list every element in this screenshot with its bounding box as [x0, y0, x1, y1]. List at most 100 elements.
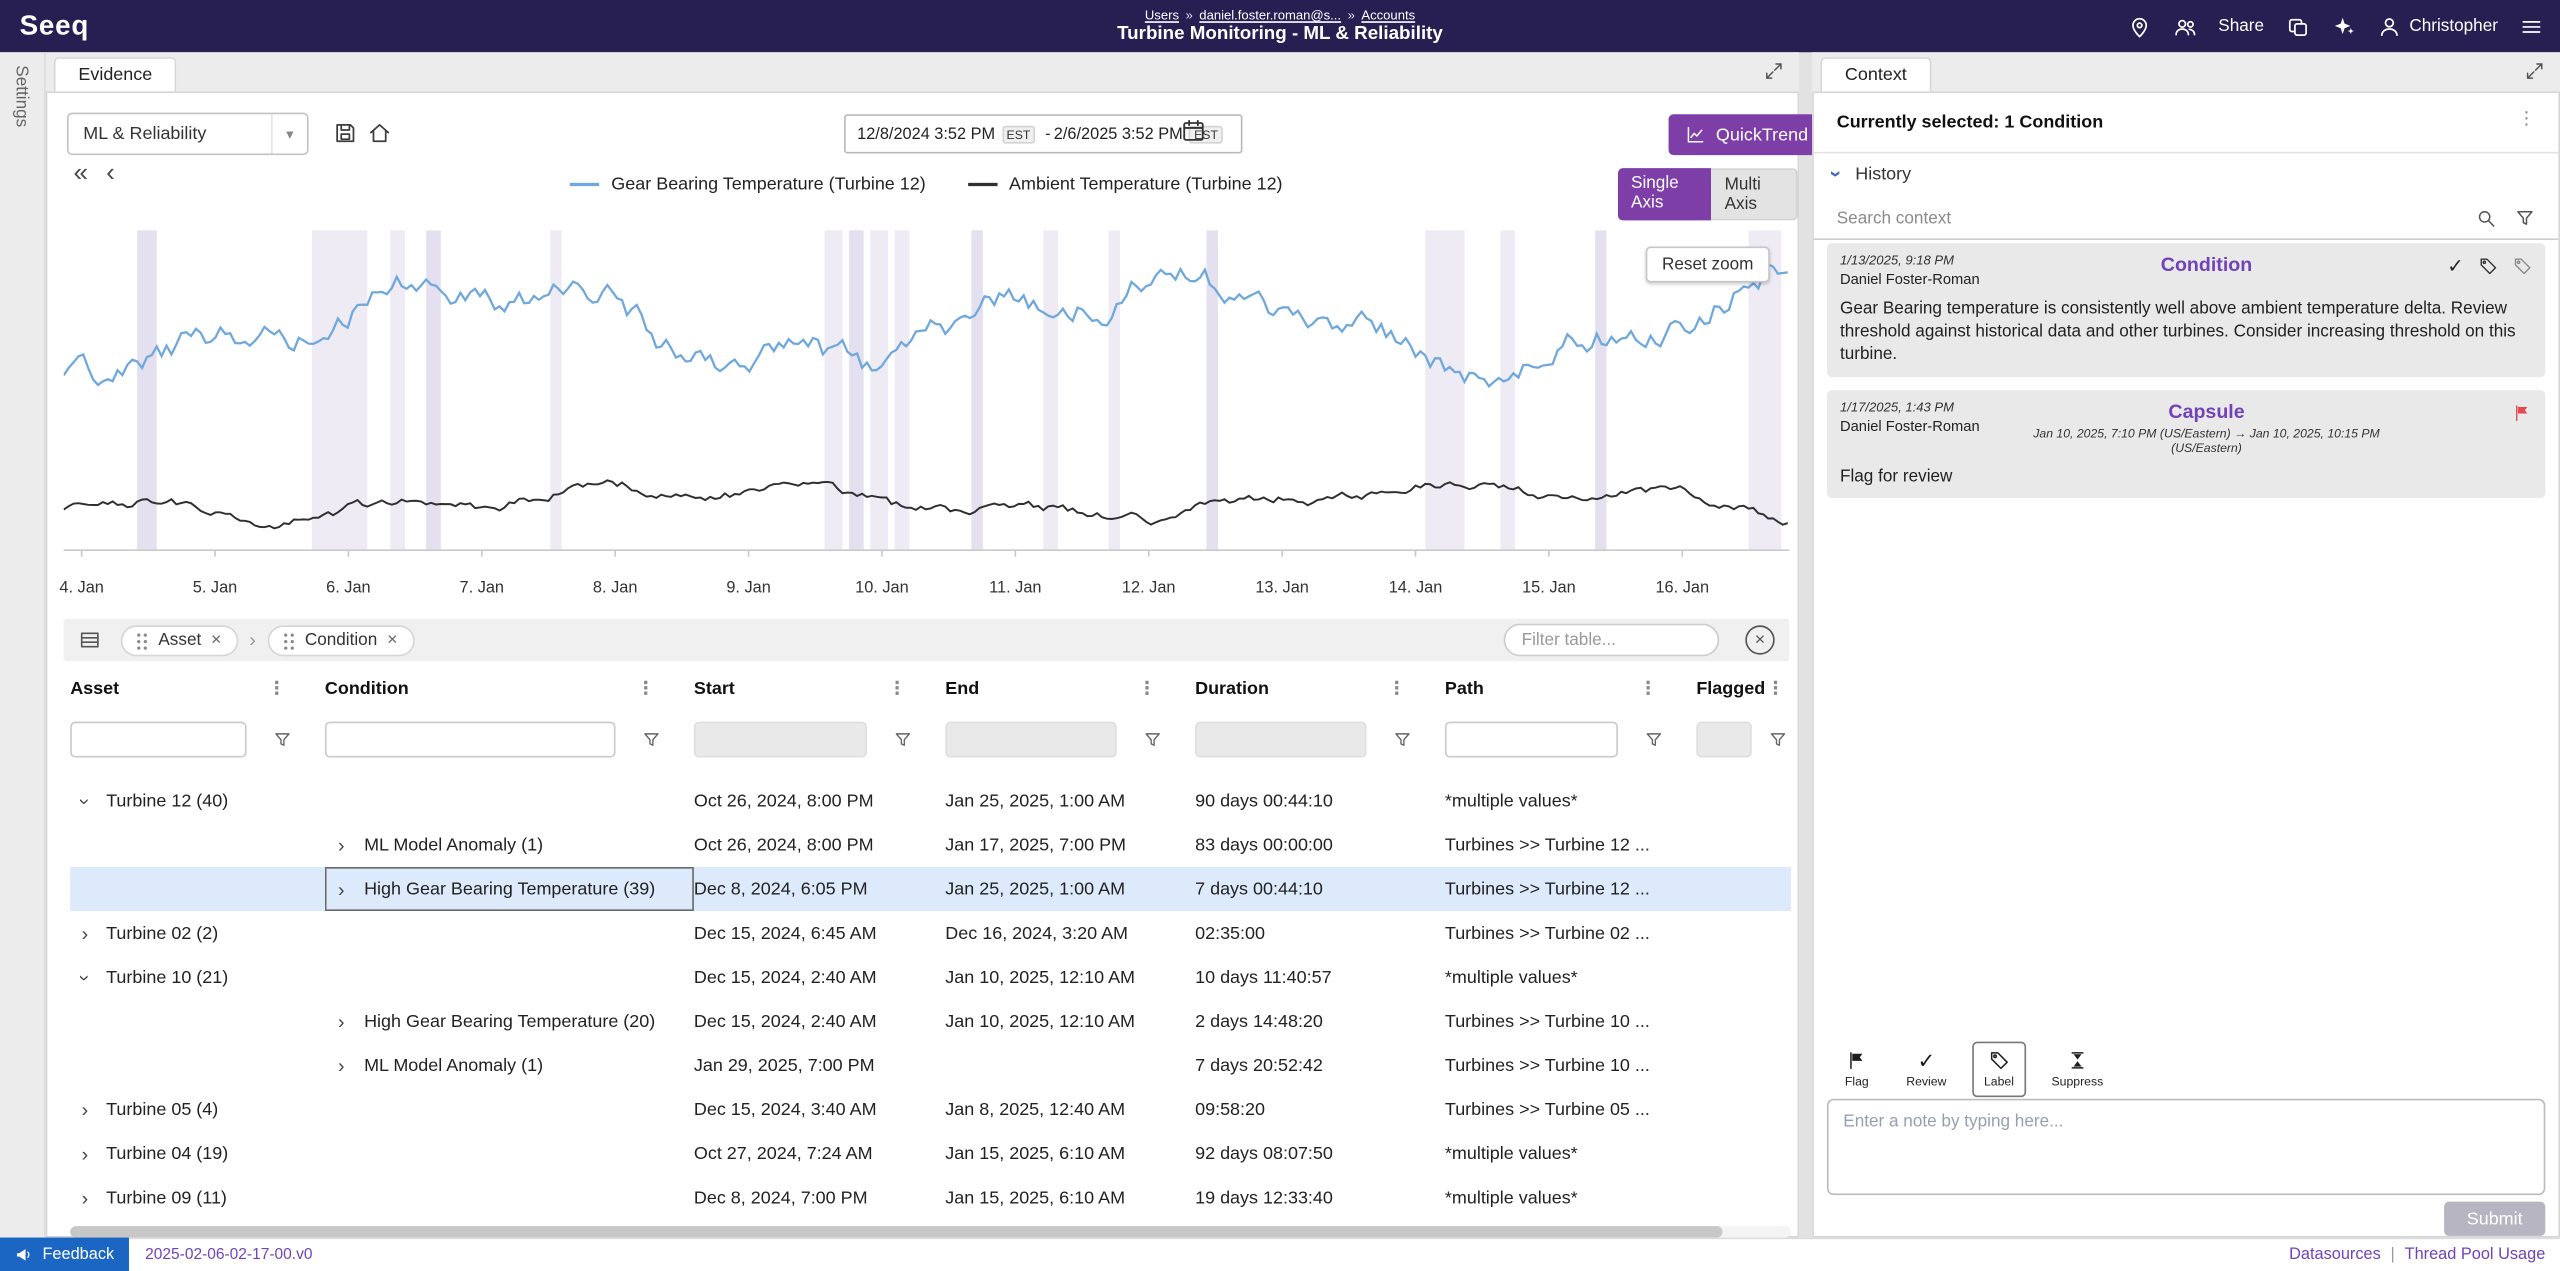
filter-input-duration[interactable]: [1195, 722, 1366, 758]
expand-icon[interactable]: [1763, 60, 1784, 81]
column-header-asset[interactable]: Asset⋮: [70, 679, 325, 699]
filter-input-flagged[interactable]: [1696, 722, 1752, 758]
table-row-selected[interactable]: ›High Gear Bearing Temperature (39) Dec …: [70, 867, 1791, 911]
pill-condition[interactable]: Condition ×: [267, 624, 414, 655]
chevron-right-icon[interactable]: ›: [333, 1010, 349, 1033]
users-icon[interactable]: [2173, 14, 2197, 38]
column-menu-icon[interactable]: ⋮: [268, 680, 286, 698]
filter-icon[interactable]: [1143, 730, 1163, 750]
search-icon[interactable]: [2475, 207, 2496, 228]
tab-context[interactable]: Context: [1820, 57, 1931, 91]
filter-input-asset[interactable]: [70, 722, 246, 758]
filter-icon[interactable]: [893, 730, 913, 750]
filter-icon[interactable]: [642, 730, 662, 750]
filter-icon[interactable]: [1768, 730, 1788, 750]
horizontal-scrollbar[interactable]: [70, 1226, 1791, 1237]
review-action-button[interactable]: ✓ Review: [1895, 1042, 1958, 1098]
column-header-condition[interactable]: Condition⋮: [325, 679, 694, 699]
chevron-right-icon[interactable]: ›: [333, 833, 349, 856]
trend-chart[interactable]: Reset zoom: [64, 230, 1790, 573]
table-rows-icon[interactable]: [78, 629, 101, 652]
table-row[interactable]: ›Turbine 02 (2) Dec 15, 2024, 6:45 AM De…: [70, 911, 1791, 955]
remove-pill-icon[interactable]: ×: [211, 630, 222, 650]
multi-axis-button[interactable]: Multi Axis: [1712, 168, 1798, 220]
history-section-toggle[interactable]: › History: [1833, 162, 1911, 186]
filter-icon[interactable]: [1644, 730, 1664, 750]
sparkle-ai-icon[interactable]: [2331, 14, 2355, 38]
chevron-down-icon[interactable]: ›: [73, 969, 96, 985]
expand-icon[interactable]: [2524, 60, 2545, 81]
filter-icon[interactable]: [2514, 207, 2535, 228]
table-row[interactable]: ›Turbine 05 (4) Dec 15, 2024, 3:40 AM Ja…: [70, 1087, 1791, 1131]
table-row[interactable]: ›Turbine 12 (40) Oct 26, 2024, 8:00 PM J…: [70, 779, 1791, 823]
column-header-start[interactable]: Start⋮: [694, 679, 945, 699]
breadcrumb-user-link[interactable]: daniel.foster.roman@s...: [1199, 8, 1341, 23]
seeq-logo[interactable]: Seeq: [20, 0, 90, 52]
column-menu-icon[interactable]: ⋮: [1767, 680, 1785, 698]
filter-input-end[interactable]: [945, 722, 1116, 758]
feedback-button[interactable]: Feedback: [0, 1238, 129, 1271]
workbook-select[interactable]: ML & Reliability ▾: [67, 113, 309, 155]
hamburger-menu-icon[interactable]: [2519, 14, 2543, 38]
submit-button[interactable]: Submit: [2444, 1202, 2545, 1236]
filter-icon[interactable]: [1393, 730, 1413, 750]
table-row[interactable]: ›ML Model Anomaly (1) Jan 29, 2025, 7:00…: [70, 1043, 1791, 1087]
suppress-action-button[interactable]: Suppress: [2040, 1042, 2115, 1098]
table-row[interactable]: ›Turbine 10 (21) Dec 15, 2024, 2:40 AM J…: [70, 955, 1791, 999]
filter-icon[interactable]: [273, 730, 293, 750]
column-header-path[interactable]: Path⋮: [1445, 679, 1696, 699]
chevron-right-icon[interactable]: ›: [77, 922, 93, 945]
column-header-duration[interactable]: Duration⋮: [1195, 679, 1445, 699]
drag-handle-icon[interactable]: [137, 631, 148, 649]
table-row[interactable]: ›Turbine 04 (19) Oct 27, 2024, 7:24 AM J…: [70, 1131, 1791, 1175]
trend-chart-svg[interactable]: [64, 230, 1790, 573]
note-input[interactable]: [1827, 1099, 2545, 1195]
column-menu-icon[interactable]: ⋮: [1388, 680, 1406, 698]
table-filter-input[interactable]: [1504, 624, 1720, 657]
column-menu-icon[interactable]: ⋮: [637, 680, 655, 698]
reset-zoom-button[interactable]: Reset zoom: [1646, 247, 1770, 283]
location-icon[interactable]: [2127, 14, 2151, 38]
chevron-right-icon[interactable]: ›: [333, 878, 349, 901]
context-search-input[interactable]: [1837, 202, 2425, 235]
tag-icon[interactable]: [2478, 256, 2498, 276]
check-icon[interactable]: ✓: [2447, 256, 2463, 276]
context-card[interactable]: 1/17/2025, 1:43 PM Daniel Foster-Roman C…: [1827, 389, 2545, 497]
user-menu[interactable]: Christopher: [2377, 14, 2498, 38]
chevron-right-icon[interactable]: ›: [77, 1098, 93, 1121]
filter-input-path[interactable]: [1445, 722, 1618, 758]
filter-input-condition[interactable]: [325, 722, 616, 758]
column-header-end[interactable]: End⋮: [945, 679, 1195, 699]
column-header-flagged[interactable]: Flagged⋮: [1696, 679, 1791, 699]
tab-evidence[interactable]: Evidence: [54, 57, 177, 91]
single-axis-button[interactable]: Single Axis: [1618, 168, 1712, 220]
table-row[interactable]: ›High Gear Bearing Temperature (20) Dec …: [70, 999, 1791, 1043]
chevron-down-icon[interactable]: ›: [73, 793, 96, 809]
column-menu-icon[interactable]: ⋮: [1138, 680, 1156, 698]
column-menu-icon[interactable]: ⋮: [1639, 680, 1657, 698]
column-menu-icon[interactable]: ⋮: [888, 680, 906, 698]
threadpool-link[interactable]: Thread Pool Usage: [2405, 1246, 2546, 1264]
breadcrumb-users-link[interactable]: Users: [1145, 8, 1179, 23]
label-action-button[interactable]: Label: [1973, 1042, 2026, 1098]
flag-action-button[interactable]: Flag: [1833, 1042, 1880, 1098]
chevron-right-icon[interactable]: ›: [333, 1054, 349, 1077]
table-row[interactable]: ›ML Model Anomaly (1) Oct 26, 2024, 8:00…: [70, 823, 1791, 867]
tag-icon[interactable]: [2513, 256, 2533, 276]
datasources-link[interactable]: Datasources: [2289, 1246, 2381, 1264]
table-row[interactable]: ›Turbine 09 (11) Dec 8, 2024, 7:00 PM Ja…: [70, 1176, 1791, 1220]
save-icon[interactable]: [333, 121, 357, 145]
close-table-button[interactable]: ×: [1745, 625, 1774, 654]
share-button[interactable]: Share: [2218, 16, 2264, 36]
chevron-right-icon[interactable]: ›: [77, 1142, 93, 1165]
remove-pill-icon[interactable]: ×: [387, 630, 398, 650]
settings-rail-label[interactable]: Settings: [11, 65, 31, 127]
quicktrend-button[interactable]: QuickTrend: [1669, 114, 1825, 155]
home-icon[interactable]: [367, 121, 391, 145]
context-card[interactable]: 1/13/2025, 9:18 PM Daniel Foster-Roman C…: [1827, 243, 2545, 376]
calendar-icon[interactable]: [1180, 118, 1206, 144]
filter-input-start[interactable]: [694, 722, 867, 758]
context-menu-icon[interactable]: ⋮: [2518, 111, 2536, 129]
chevron-right-icon[interactable]: ›: [77, 1186, 93, 1209]
drag-handle-icon[interactable]: [284, 631, 295, 649]
